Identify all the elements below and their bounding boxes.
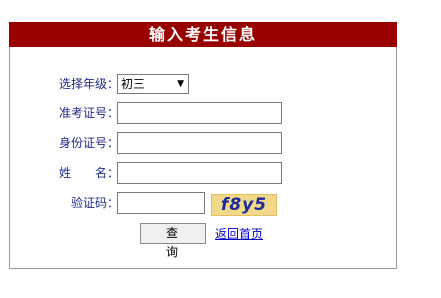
back-home-link[interactable]: 返回首页 [215,226,263,242]
exam-no-row: 准考证号： [10,102,396,124]
captcha-input[interactable] [117,192,205,214]
grade-select-value: 初三 [121,77,146,91]
captcha-row: 验证码： f8y5 [10,192,396,216]
name-row: 姓名： [10,162,396,184]
name-label: 姓名： [58,166,119,180]
captcha-image[interactable]: f8y5 [211,194,277,216]
grade-label: 选择年级： [58,77,119,91]
exam-no-input[interactable] [117,102,282,124]
name-input[interactable] [117,162,282,184]
panel-title: 输入考生信息 [9,22,397,47]
query-button[interactable]: 查 询 [140,223,206,259]
id-no-label: 身份证号： [58,136,119,150]
dropdown-arrow-icon: ▼ [177,79,184,89]
student-info-panel: 输入考生信息 选择年级： 初三 ▼ 准考证号： 身份证号： 姓名： 验证码： f… [9,22,397,269]
grade-select[interactable]: 初三 ▼ [117,74,189,94]
id-no-row: 身份证号： [10,132,396,154]
exam-no-label: 准考证号： [58,106,119,120]
captcha-label: 验证码： [70,196,119,210]
id-no-input[interactable] [117,132,282,154]
grade-row: 选择年级： 初三 ▼ [10,73,396,95]
